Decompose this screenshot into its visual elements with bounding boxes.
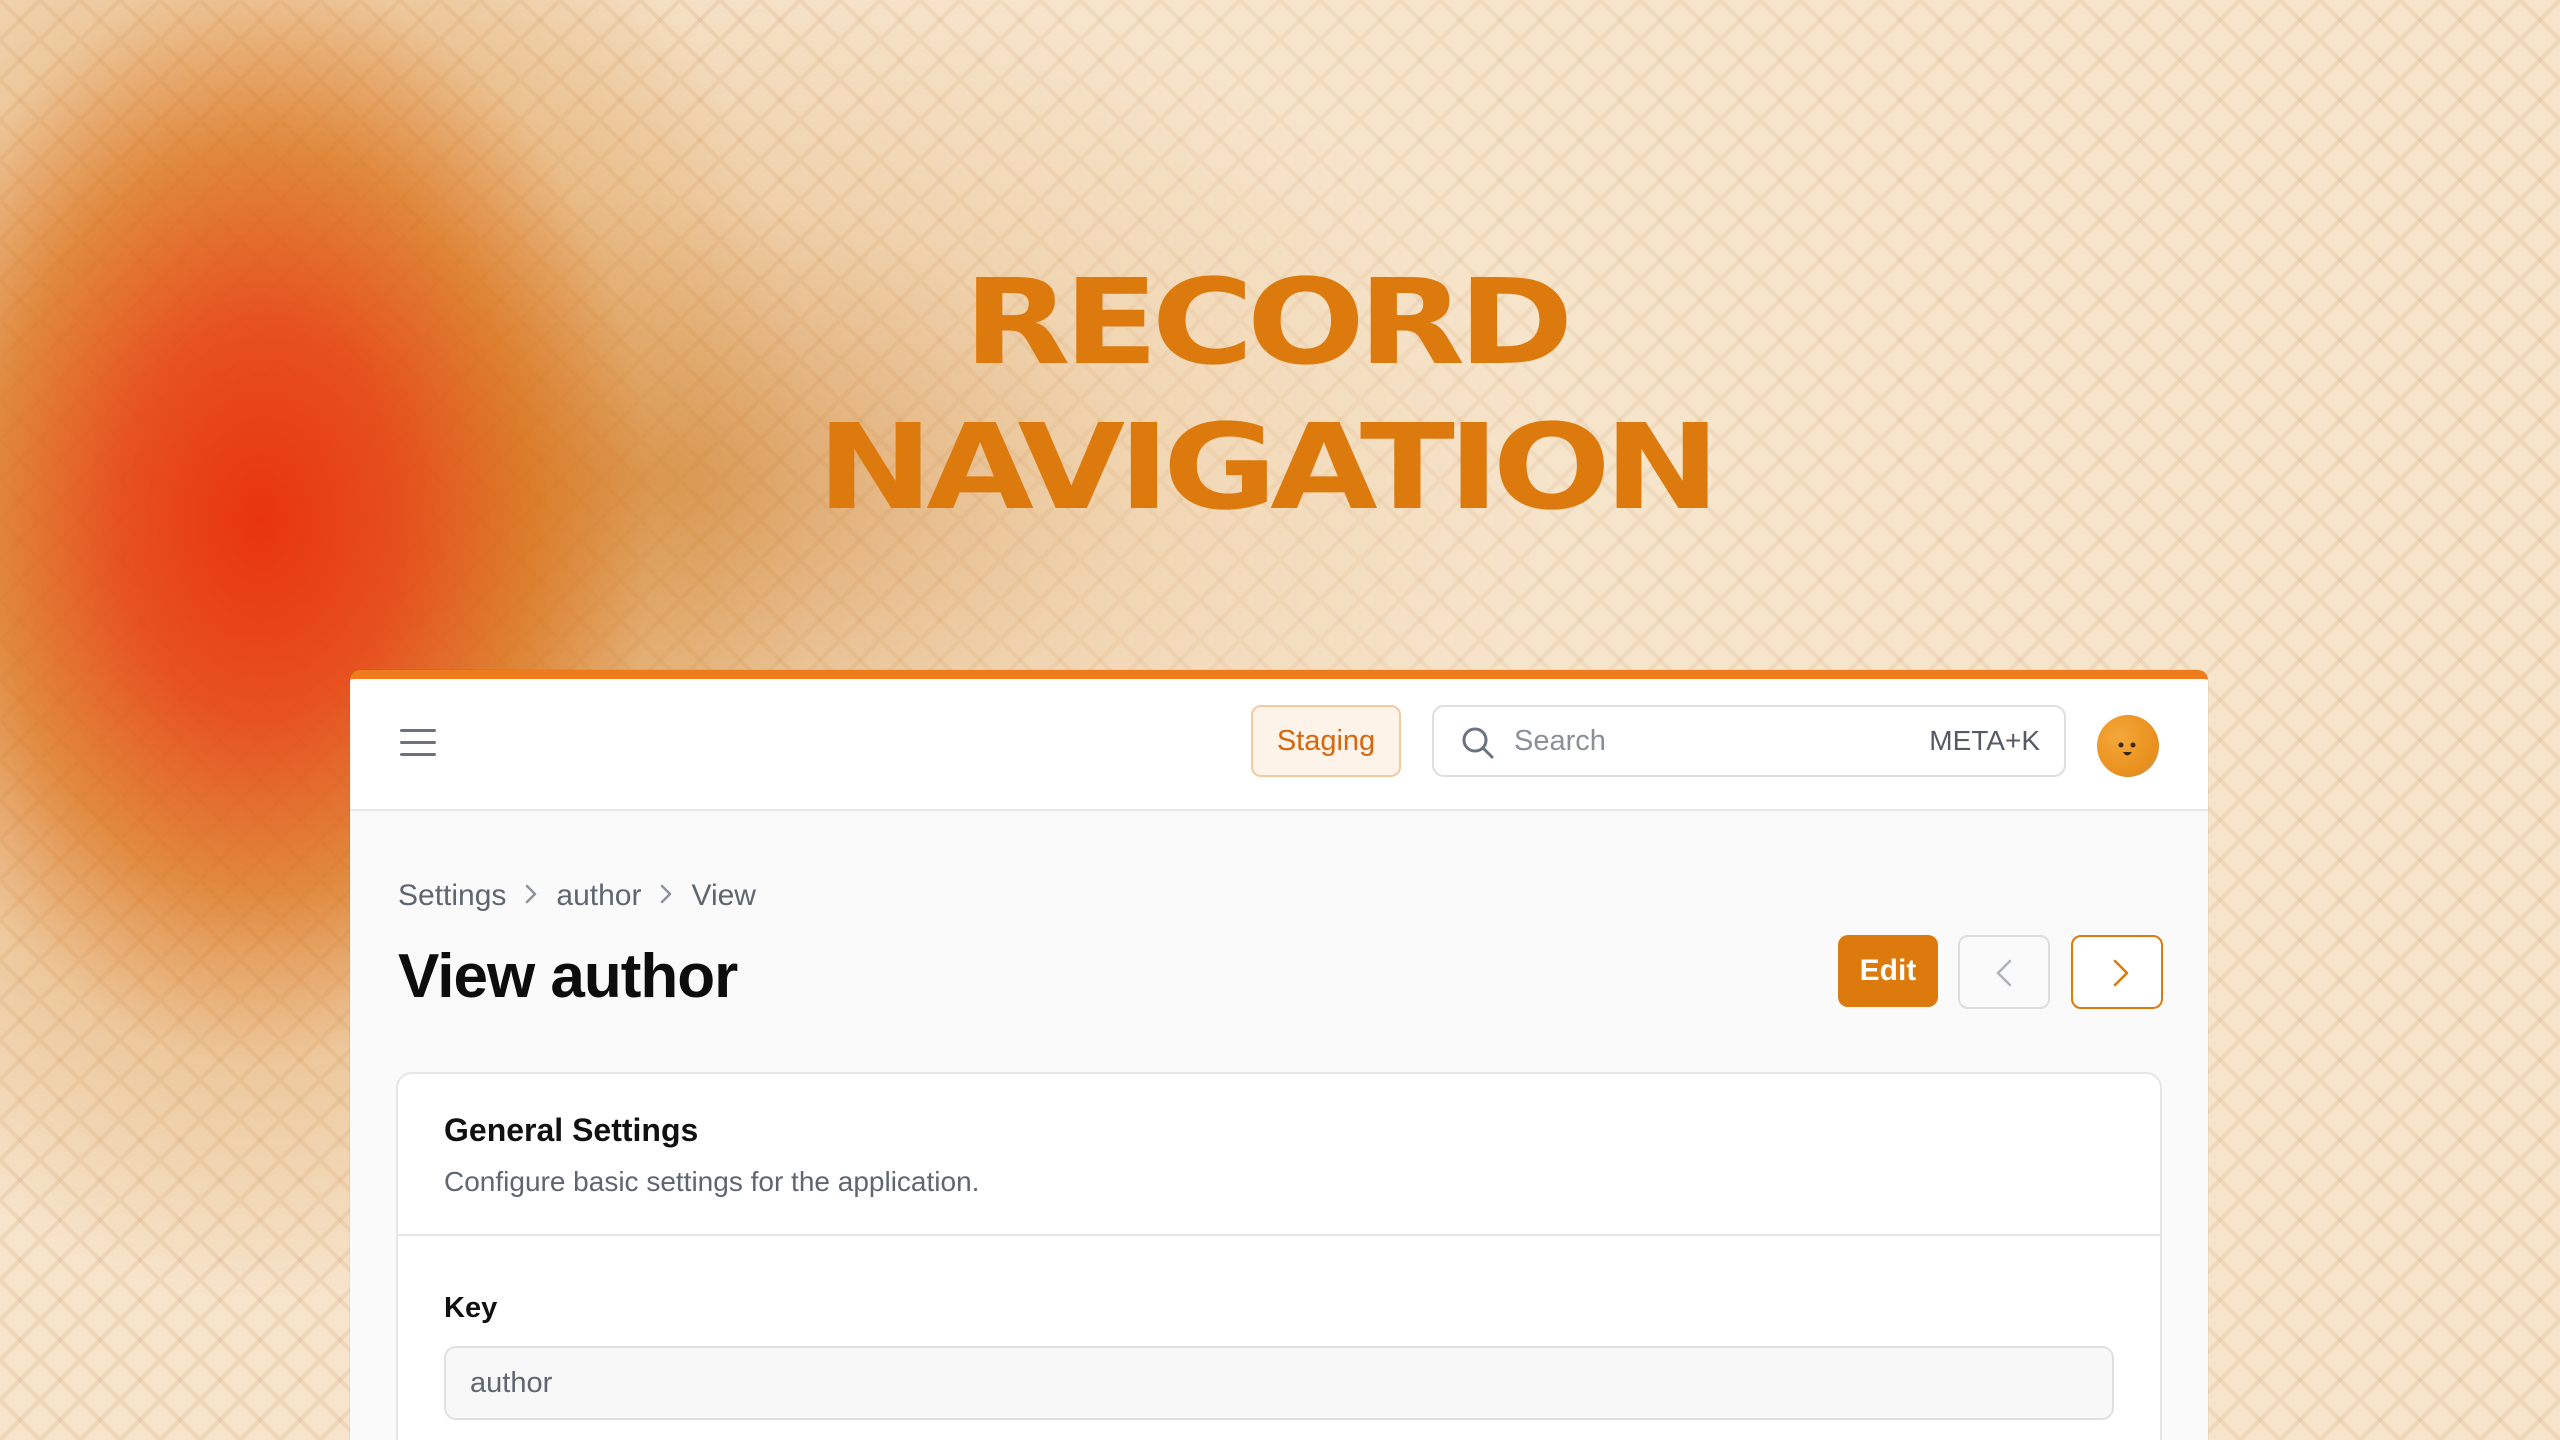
hero-line-2: NAVIGATION: [816, 398, 1721, 536]
top-bar: Staging Search META+K: [350, 679, 2208, 811]
search-placeholder: Search: [1514, 725, 1606, 757]
chevron-right-icon: [2113, 959, 2129, 987]
breadcrumb: Settings author View: [398, 879, 756, 913]
chevron-right-icon: [641, 879, 691, 913]
card-title: General Settings: [444, 1112, 699, 1148]
search-icon: [1462, 727, 1494, 759]
app-window: Staging Search META+K Settings author Vi: [350, 670, 2208, 1440]
hamburger-menu-icon[interactable]: [400, 729, 436, 757]
previous-record-button[interactable]: [1958, 935, 2050, 1009]
hero-heading: RECORD NAVIGATION: [0, 250, 2560, 540]
chevron-right-icon: [506, 879, 556, 913]
search-input[interactable]: Search META+K: [1432, 705, 2066, 777]
chevron-left-icon: [1996, 959, 2012, 987]
environment-badge[interactable]: Staging: [1251, 705, 1401, 777]
next-record-button[interactable]: [2071, 935, 2163, 1009]
breadcrumb-author[interactable]: author: [556, 879, 641, 913]
breadcrumb-settings[interactable]: Settings: [398, 879, 506, 913]
hero-line-1: RECORD: [963, 253, 1573, 391]
search-shortcut: META+K: [1929, 725, 2040, 756]
breadcrumb-view: View: [691, 879, 756, 912]
card-description: Configure basic settings for the applica…: [444, 1166, 980, 1197]
card-header: General Settings Configure basic setting…: [398, 1074, 2160, 1236]
page-title: View author: [398, 942, 738, 1011]
key-field-value: author: [444, 1346, 2114, 1420]
key-field-label: Key: [444, 1292, 498, 1324]
general-settings-card: General Settings Configure basic setting…: [396, 1072, 2162, 1440]
avatar-face-icon: [2118, 742, 2136, 756]
edit-button[interactable]: Edit: [1838, 935, 1938, 1007]
user-avatar[interactable]: [2097, 715, 2159, 777]
